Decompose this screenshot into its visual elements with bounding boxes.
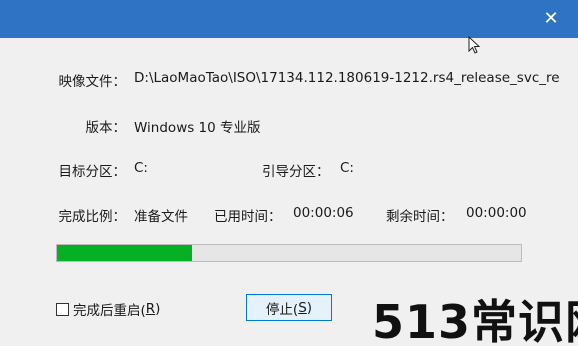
version-value: Windows 10 专业版	[134, 120, 261, 136]
boot-partition-label: 引导分区：	[262, 164, 330, 180]
remaining-time-label: 剩余时间：	[386, 209, 454, 225]
title-bar[interactable]: ✕	[0, 0, 578, 38]
stop-button-label-end: )	[306, 299, 313, 316]
close-icon[interactable]: ✕	[538, 6, 564, 32]
checkbox-box[interactable]	[56, 302, 69, 316]
elapsed-time-value: 00:00:06	[293, 205, 354, 221]
image-file-label: 映像文件：	[58, 74, 127, 90]
elapsed-time-label: 已用时间：	[214, 209, 282, 225]
progress-status: 准备文件	[134, 209, 188, 225]
progress-label: 完成比例：	[58, 209, 127, 225]
stop-button-label: 停止(	[265, 301, 299, 318]
restart-after-complete-checkbox[interactable]: 完成后重启(R)	[56, 299, 160, 319]
watermark-text: 513常识网	[372, 295, 578, 346]
stop-button-hotkey: S	[298, 299, 307, 316]
remaining-time-value: 00:00:00	[466, 205, 527, 221]
restart-checkbox-hotkey: R	[145, 301, 156, 317]
installer-window: ✕ 映像文件： D:\LaoMaoTao\ISO\17134.112.18061…	[0, 0, 578, 346]
progress-bar-fill	[57, 245, 192, 261]
version-label: 版本：	[85, 120, 127, 136]
progress-bar	[56, 244, 522, 262]
target-partition-value: C:	[134, 160, 148, 176]
boot-partition-value: C:	[340, 160, 354, 176]
image-file-value: D:\LaoMaoTao\ISO\17134.112.180619-1212.r…	[134, 70, 560, 86]
restart-checkbox-label-end: )	[155, 301, 161, 317]
stop-button[interactable]: 停止(S)	[246, 294, 332, 321]
mouse-cursor-icon	[468, 36, 481, 54]
target-partition-label: 目标分区：	[58, 164, 127, 180]
restart-checkbox-label: 完成后重启(	[73, 303, 146, 319]
